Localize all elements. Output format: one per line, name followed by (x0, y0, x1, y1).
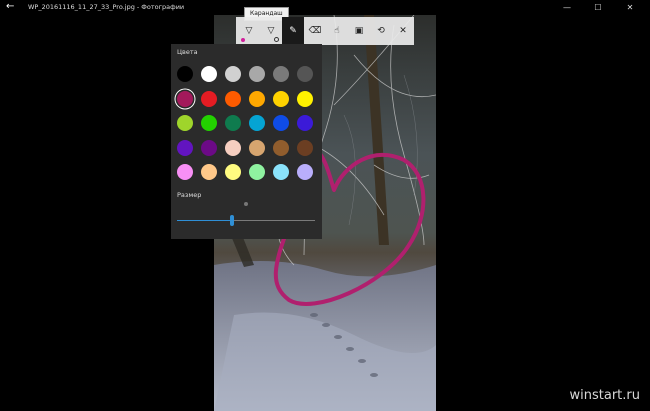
color-swatch[interactable] (225, 90, 241, 107)
save-button[interactable]: ▣ (348, 17, 370, 45)
color-swatch[interactable] (249, 115, 265, 131)
color-swatch[interactable] (249, 66, 265, 82)
color-swatch[interactable] (177, 115, 193, 131)
ballpoint-pen-button[interactable]: ▽ (238, 17, 260, 45)
eraser-icon: ⌫ (308, 26, 322, 36)
color-swatch[interactable] (177, 66, 193, 82)
color-swatch[interactable] (177, 90, 193, 107)
pencil-color-ring (274, 37, 279, 42)
color-swatch[interactable] (273, 66, 289, 82)
color-swatch[interactable] (201, 90, 217, 107)
color-swatch[interactable] (201, 115, 217, 131)
maximize-button[interactable]: ☐ (584, 0, 612, 15)
color-swatch[interactable] (225, 66, 241, 82)
touch-writing-icon: ☝ (334, 26, 340, 36)
watermark: winstart.ru (569, 388, 640, 403)
color-swatch[interactable] (297, 139, 313, 156)
pencil-icon: ▽ (267, 26, 275, 36)
window-title: WP_20161116_11_27_33_Pro.jpg - Фотографи… (28, 3, 185, 11)
calligraphy-pen-button[interactable]: ✎ (282, 17, 304, 45)
eraser-button[interactable]: ⌫ (304, 17, 326, 45)
color-swatch[interactable] (273, 164, 289, 180)
color-swatch[interactable] (249, 90, 265, 107)
color-swatch[interactable] (225, 139, 241, 156)
arrow-left-icon[interactable]: ← (6, 1, 14, 13)
calligraphy-pen-icon: ✎ (289, 26, 297, 36)
size-slider-fill (177, 220, 233, 221)
size-slider-track[interactable] (177, 220, 315, 221)
color-swatch[interactable] (297, 115, 313, 131)
color-swatch[interactable] (177, 164, 193, 180)
color-swatch[interactable] (225, 164, 241, 180)
color-swatch[interactable] (177, 139, 193, 156)
title-bar: ← WP_20161116_11_27_33_Pro.jpg - Фотогра… (0, 0, 650, 15)
share-icon: ⟲ (377, 26, 385, 36)
pen-color-dot (241, 38, 245, 42)
close-inking-button[interactable]: ✕ (392, 17, 414, 45)
share-button[interactable]: ⟲ (370, 17, 392, 45)
close-window-button[interactable]: ✕ (616, 0, 644, 15)
size-slider-thumb[interactable] (230, 215, 235, 226)
close-icon: ✕ (399, 26, 407, 36)
color-swatch[interactable] (225, 115, 241, 131)
pen-settings-flyout: Цвета Размер (171, 44, 322, 239)
minimize-button[interactable]: — (553, 0, 581, 15)
size-preview-dot (244, 202, 248, 206)
color-swatch[interactable] (201, 164, 217, 180)
color-swatch[interactable] (273, 139, 289, 156)
color-swatch[interactable] (273, 90, 289, 107)
color-swatch[interactable] (201, 139, 217, 156)
color-swatch[interactable] (249, 164, 265, 180)
touch-writing-button[interactable]: ☝ (326, 17, 348, 45)
save-icon: ▣ (354, 26, 364, 36)
color-swatch[interactable] (249, 139, 265, 156)
colors-heading: Цвета (177, 48, 198, 56)
color-swatch[interactable] (297, 164, 313, 180)
color-swatch[interactable] (273, 115, 289, 131)
pencil-button[interactable]: ▽ (260, 17, 282, 45)
color-swatch[interactable] (297, 66, 313, 82)
inking-toolbar: ▽ ▽ ✎ ⌫ ☝ ▣ ⟲ ✕ (236, 17, 414, 45)
color-swatch[interactable] (297, 90, 313, 107)
size-heading: Размер (177, 191, 202, 199)
color-swatch[interactable] (201, 66, 217, 82)
pen-icon: ▽ (245, 26, 253, 36)
